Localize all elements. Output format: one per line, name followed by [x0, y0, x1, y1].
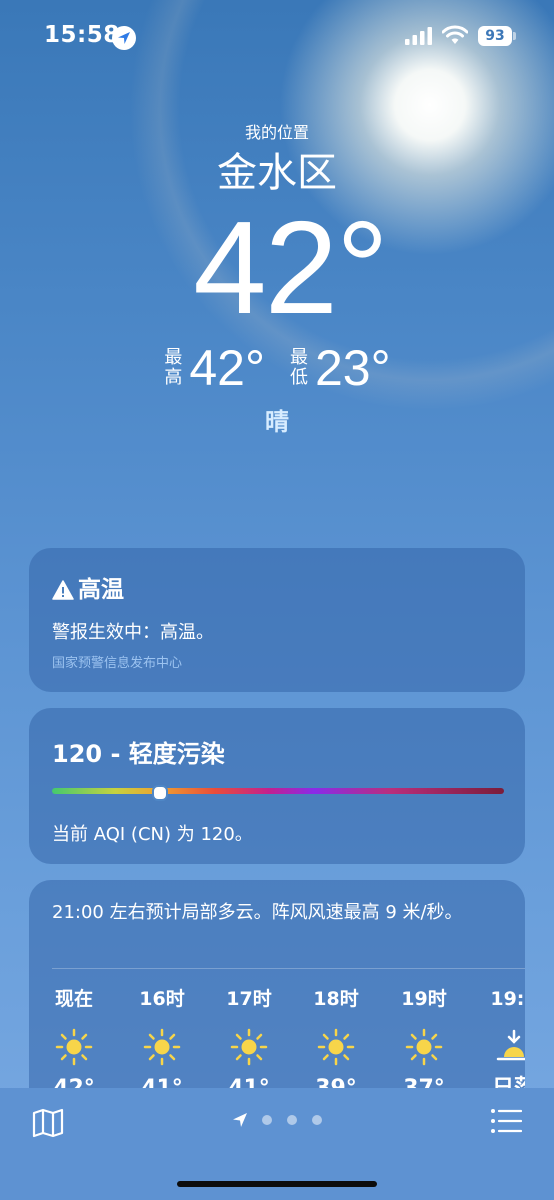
aqi-scale-bar [52, 785, 504, 801]
hour-label: 16时 [139, 988, 185, 1010]
hour-item: 17时 41° [214, 985, 284, 1103]
page-dot-icon [312, 1115, 322, 1125]
forecast-summary: 21:00 左右预计局部多云。阵风风速最高 9 米/秒。 [52, 902, 463, 923]
aqi-title: 120 - 轻度污染 [52, 740, 225, 768]
page-dot-icon [262, 1115, 272, 1125]
sun-icon [214, 1027, 284, 1067]
air-quality-card[interactable]: 120 - 轻度污染 当前 AQI (CN) 为 120。 [29, 708, 525, 864]
page-dot-icon [287, 1115, 297, 1125]
home-indicator[interactable] [177, 1181, 377, 1187]
my-location-label: 我的位置 [244, 123, 309, 142]
sun-icon [301, 1027, 371, 1067]
location-arrow-icon [112, 26, 136, 50]
status-bar: 15:58 93 [0, 0, 554, 70]
alert-title: 高温 [52, 570, 124, 604]
low-temperature: 23° [315, 340, 391, 396]
low-label: 最低 [290, 347, 308, 388]
warning-icon [52, 580, 74, 600]
alert-description: 警报生效中：高温。 [52, 622, 214, 643]
status-time: 15:58 [44, 22, 120, 48]
location-arrow-icon [233, 1113, 247, 1127]
hour-item: 19时 37° [389, 985, 459, 1103]
hour-label: 19时 [401, 988, 447, 1010]
high-low-temperature: 最高 42° 最低 23° [0, 340, 554, 396]
high-temperature: 42° [189, 340, 265, 396]
current-temperature: 42° [193, 194, 389, 341]
map-icon[interactable] [32, 1108, 64, 1138]
hour-label: 17时 [226, 988, 272, 1010]
page-indicator[interactable] [231, 1112, 326, 1128]
hour-label: 18时 [313, 988, 359, 1010]
high-label: 最高 [164, 347, 183, 388]
weather-condition: 晴 [265, 408, 289, 436]
hour-item: 18时 39° [301, 985, 371, 1103]
city-name: 金水区 [217, 150, 337, 196]
divider [52, 968, 525, 969]
list-icon[interactable] [490, 1108, 522, 1134]
sun-icon [127, 1027, 197, 1067]
aqi-marker [152, 785, 169, 801]
sunset-icon [479, 1027, 525, 1067]
battery-tip [513, 32, 516, 40]
alert-title-text: 高温 [78, 577, 124, 603]
hour-item: 现在 42° [39, 985, 109, 1103]
hour-label: 19:2 [490, 988, 525, 1010]
signal-icon [405, 27, 432, 45]
alert-source-link[interactable]: 国家预警信息发布中心 [52, 652, 182, 671]
wifi-icon [442, 25, 468, 44]
sun-icon [389, 1027, 459, 1067]
hour-item: 19:2 日落 [479, 985, 525, 1103]
hour-item: 16时 41° [127, 985, 197, 1103]
hour-label: 现在 [54, 988, 93, 1010]
aqi-description: 当前 AQI (CN) 为 120。 [52, 824, 253, 845]
sun-icon [39, 1027, 109, 1067]
battery-icon: 93 [478, 26, 512, 46]
weather-header: 我的位置 金水区 42° [0, 120, 554, 338]
alert-card[interactable]: 高温 警报生效中：高温。 国家预警信息发布中心 [29, 548, 525, 692]
